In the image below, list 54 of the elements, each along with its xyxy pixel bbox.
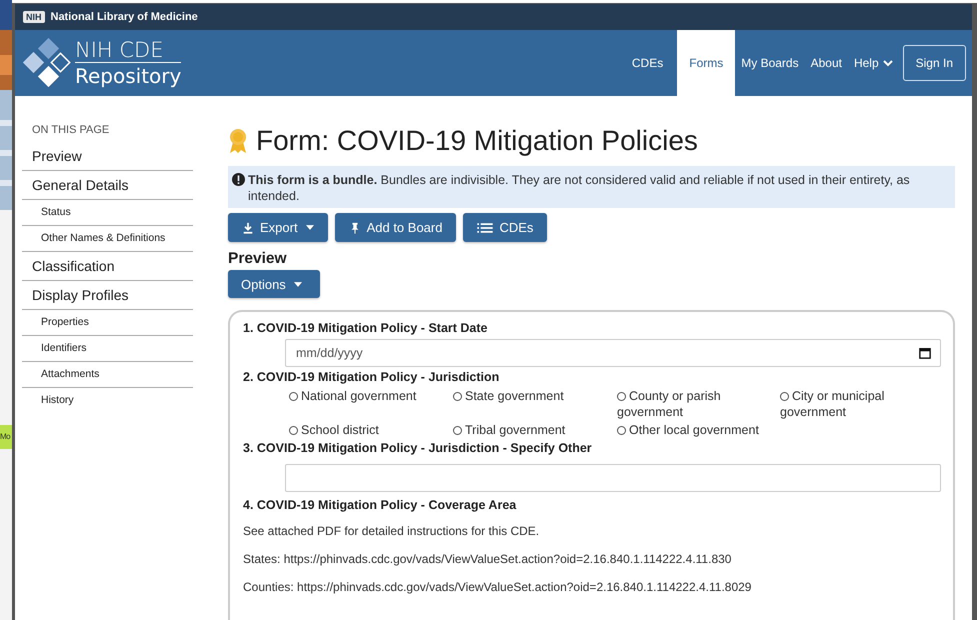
instruction-text: See attached PDF for detailed instructions for this CDE.	[243, 524, 540, 538]
nav-menu[interactable]: Help	[848, 30, 899, 96]
nav-link[interactable]: Forms	[677, 30, 736, 96]
diamond-logo-icon	[21, 38, 71, 88]
sidebar-link[interactable]: General Details	[22, 171, 193, 200]
nih-badge: NIH	[23, 11, 44, 23]
radio-option[interactable]: County or parish government	[617, 388, 780, 420]
sidebar-link[interactable]: Other Names & Definitions	[22, 226, 193, 252]
alert-text: This form is a bundle. Bundles are indivisible. They are not considered valid and reliable if not used in their entirety, as intended.	[248, 172, 911, 204]
nav-link[interactable]: My Boards	[735, 30, 805, 96]
radio-option[interactable]: Tribal government	[453, 422, 617, 438]
section-heading: Preview	[228, 250, 287, 268]
question-label: 2. COVID-19 Mitigation Policy - Jurisdiction	[243, 369, 500, 385]
sign-in-button[interactable]: Sign In	[902, 45, 966, 81]
sidebar-link[interactable]: Classification	[22, 252, 193, 281]
sidebar-link[interactable]: Preview	[22, 142, 193, 171]
sidebar-link[interactable]: Identifiers	[22, 336, 193, 362]
sidebar-link[interactable]: Attachments	[22, 362, 193, 388]
date-field[interactable]: mm/dd/yyyy	[285, 339, 941, 367]
logo-title: NIH CDE	[75, 38, 182, 62]
calendar-icon[interactable]	[919, 347, 931, 359]
radio-option[interactable]: Other local government	[617, 422, 780, 438]
radio-option[interactable]: State government	[453, 388, 617, 420]
sidebar-link[interactable]: Properties	[22, 310, 193, 336]
desktop-chip: Mo	[0, 425, 12, 449]
text-field[interactable]	[285, 464, 941, 492]
cdes-button[interactable]: CDEs	[463, 213, 548, 242]
instruction-text: Counties: https://phinvads.cdc.gov/vads/ViewValueSet.action?oid=2.16.840.1.114222.4.11.8029	[243, 580, 752, 594]
exclamation-icon	[232, 173, 245, 186]
radio-option[interactable]: National government	[289, 388, 453, 420]
page-title: Form: COVID-19 Mitigation Policies	[256, 125, 698, 158]
add-to-board-button[interactable]: Add to Board	[334, 213, 456, 242]
question-label: 4. COVID-19 Mitigation Policy - Coverage Area	[243, 497, 518, 513]
export-button[interactable]: Export	[228, 213, 328, 242]
nav-link[interactable]: About	[804, 30, 848, 96]
options-button[interactable]: Options	[228, 270, 320, 298]
caret-icon	[294, 282, 302, 287]
logo-subtitle: Repository	[75, 62, 182, 88]
download-icon	[242, 222, 254, 234]
sidebar-heading: ON THIS PAGE	[31, 124, 110, 136]
nav-link[interactable]: CDEs	[626, 30, 678, 96]
radio-option[interactable]: City or municipal government	[780, 388, 940, 420]
list-icon	[477, 222, 494, 234]
question-label: 3. COVID-19 Mitigation Policy - Jurisdiction - Specify Other	[243, 440, 593, 456]
caret-icon	[306, 225, 314, 230]
radio-option[interactable]: School district	[289, 422, 453, 438]
sidebar-link[interactable]: Display Profiles	[22, 281, 193, 310]
award-ribbon-icon	[228, 128, 248, 154]
instruction-text: States: https://phinvads.cdc.gov/vads/ViewValueSet.action?oid=2.16.840.1.114222.4.11.830	[243, 552, 732, 566]
question-label: 1. COVID-19 Mitigation Policy - Start Date	[243, 320, 488, 336]
top-bar-title: National Library of Medicine	[50, 11, 198, 23]
sidebar-link[interactable]: History	[22, 388, 193, 413]
chevron-down-icon	[882, 58, 893, 68]
sidebar-link[interactable]: Status	[22, 200, 193, 226]
